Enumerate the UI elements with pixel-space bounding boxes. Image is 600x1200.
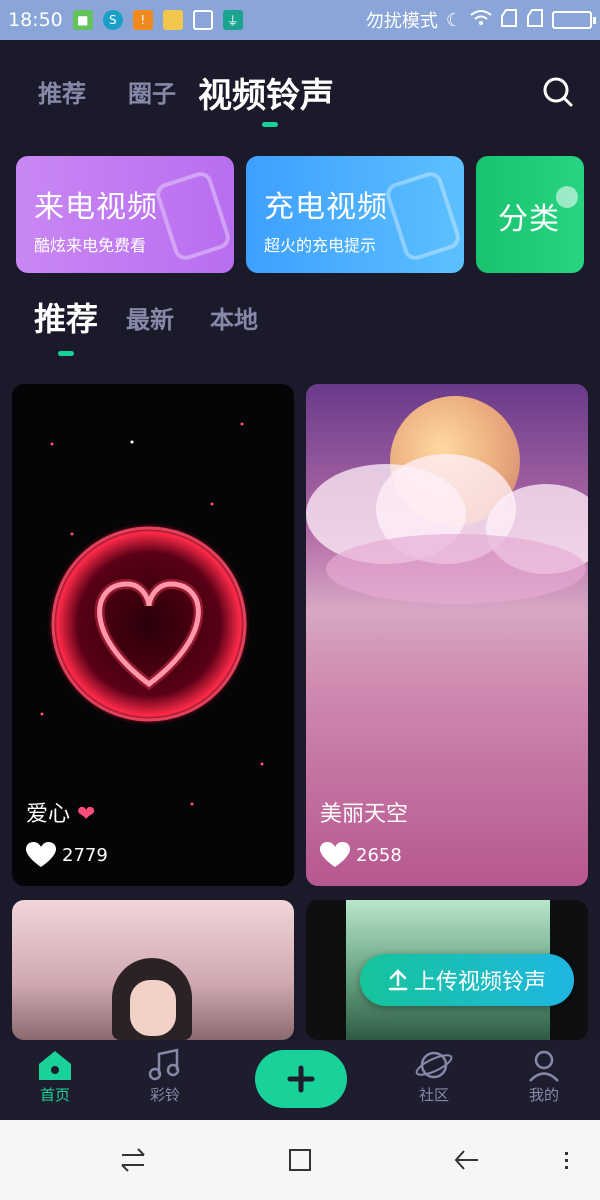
subtab-latest[interactable]: 最新 bbox=[126, 300, 174, 335]
incoming-call-video-banner[interactable]: 来电视频 酷炫来电免费看 bbox=[16, 156, 234, 273]
system-nav-bar bbox=[0, 1120, 600, 1200]
folder-icon bbox=[162, 10, 183, 30]
warning-icon: ! bbox=[132, 10, 153, 30]
nav-label: 彩铃 bbox=[149, 1086, 180, 1104]
category-banner[interactable]: 分类 bbox=[476, 156, 584, 273]
heart-icon: ❤ bbox=[70, 802, 96, 827]
top-tabs: 推荐 圈子 视频铃声 bbox=[0, 60, 600, 130]
create-plus-button[interactable] bbox=[255, 1050, 347, 1108]
nav-profile[interactable]: 我的 bbox=[504, 1048, 584, 1105]
planet-icon bbox=[415, 1051, 453, 1079]
menu-icon[interactable] bbox=[560, 1146, 574, 1174]
nav-label: 社区 bbox=[418, 1086, 449, 1104]
subtab-recommend[interactable]: 推荐 bbox=[34, 294, 98, 340]
like-heart-icon bbox=[26, 842, 56, 867]
signal-icon bbox=[500, 8, 518, 33]
like-heart-icon bbox=[320, 842, 350, 867]
app-icon: S bbox=[102, 10, 123, 30]
wifi-icon bbox=[470, 9, 492, 32]
cloud-shape bbox=[326, 534, 586, 604]
like-count-value: 2658 bbox=[356, 844, 402, 866]
switch-icon[interactable] bbox=[118, 1146, 148, 1174]
charging-video-banner[interactable]: 充电视频 超火的充电提示 bbox=[246, 156, 464, 273]
nav-label: 我的 bbox=[528, 1086, 559, 1104]
category-banners: 来电视频 酷炫来电免费看 充电视频 超火的充电提示 分类 bbox=[16, 156, 600, 274]
tab-video-ringtone[interactable]: 视频铃声 bbox=[198, 68, 334, 117]
status-bar: 18:50 ■ S ! ⏚ 勿扰模式 ☾ bbox=[0, 0, 600, 40]
like-count-value: 2779 bbox=[62, 844, 108, 866]
battery-icon bbox=[552, 11, 596, 29]
like-count[interactable]: 2658 bbox=[320, 842, 402, 868]
nav-ringtone[interactable]: 彩铃 bbox=[125, 1048, 205, 1105]
search-icon[interactable] bbox=[540, 74, 576, 110]
video-card[interactable] bbox=[12, 900, 294, 1040]
category-icon bbox=[556, 186, 578, 208]
active-tab-indicator bbox=[262, 122, 278, 127]
music-note-icon bbox=[148, 1048, 180, 1081]
notification-icon: ■ bbox=[72, 10, 93, 30]
home-icon bbox=[39, 1051, 71, 1080]
signal-icon bbox=[526, 8, 544, 33]
video-title: 爱心 ❤ bbox=[26, 802, 96, 827]
subtab-local[interactable]: 本地 bbox=[210, 300, 258, 335]
back-icon[interactable] bbox=[452, 1146, 482, 1174]
moon-icon: ☾ bbox=[445, 9, 462, 31]
usb-icon: ⏚ bbox=[222, 10, 243, 30]
nav-label: 首页 bbox=[39, 1086, 70, 1104]
tab-recommend[interactable]: 推荐 bbox=[38, 74, 86, 109]
video-title: 美丽天空 bbox=[320, 802, 409, 827]
bottom-nav: 首页 彩铃 社区 我的 bbox=[0, 1040, 600, 1120]
home-square-icon[interactable] bbox=[286, 1146, 314, 1174]
dnd-label: 勿扰模式 bbox=[365, 11, 438, 32]
active-subtab-indicator bbox=[58, 351, 74, 356]
status-time: 18:50 bbox=[8, 9, 63, 31]
upload-button-label: 上传视频铃声 bbox=[413, 970, 546, 995]
video-card[interactable]: 爱心 ❤ 2779 bbox=[12, 384, 294, 886]
cleaner-icon bbox=[192, 10, 213, 30]
nav-home[interactable]: 首页 bbox=[15, 1048, 95, 1105]
user-icon bbox=[529, 1050, 559, 1082]
plus-icon bbox=[287, 1065, 315, 1093]
sub-tabs: 推荐 最新 本地 bbox=[0, 292, 600, 362]
nav-community[interactable]: 社区 bbox=[394, 1048, 474, 1105]
character-face bbox=[130, 980, 176, 1036]
upload-icon bbox=[388, 969, 408, 991]
like-count[interactable]: 2779 bbox=[26, 842, 108, 868]
upload-video-ringtone-button[interactable]: 上传视频铃声 bbox=[360, 954, 574, 1006]
video-card[interactable]: 美丽天空 2658 bbox=[306, 384, 588, 886]
tab-circle[interactable]: 圈子 bbox=[128, 74, 176, 109]
